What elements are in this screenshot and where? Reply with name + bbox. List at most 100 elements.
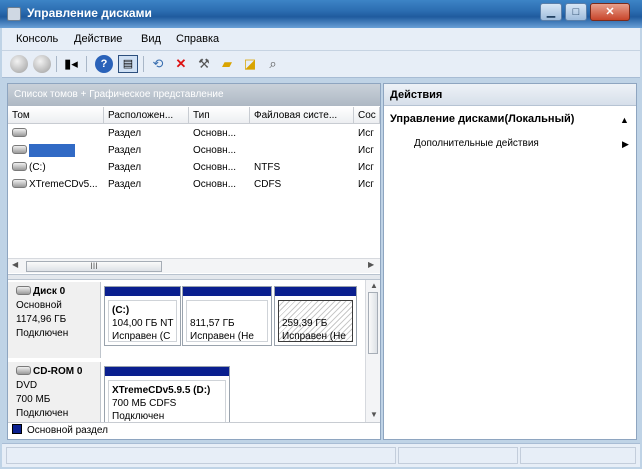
folder-icon[interactable]: ▰ bbox=[218, 55, 236, 73]
cd-drive-icon bbox=[12, 179, 27, 188]
status-cell bbox=[398, 447, 518, 464]
cd-drive-icon bbox=[16, 366, 31, 375]
table-row[interactable]: Раздел Основн... Исг bbox=[8, 142, 380, 159]
status-cell: Исг bbox=[358, 128, 374, 139]
column-type[interactable]: Тип bbox=[189, 107, 250, 124]
search-icon[interactable]: ⌕ bbox=[264, 55, 282, 73]
export-icon[interactable]: ◪ bbox=[241, 55, 259, 73]
disk-size: 700 МБ bbox=[16, 394, 51, 405]
disk-management-app-icon bbox=[7, 7, 21, 21]
volume-cell bbox=[8, 125, 104, 142]
partition-label bbox=[190, 304, 267, 317]
volume-cell bbox=[8, 142, 104, 159]
partition-label bbox=[282, 304, 352, 317]
more-actions-item[interactable]: Дополнительные действия bbox=[414, 138, 539, 149]
forward-icon[interactable] bbox=[33, 55, 51, 73]
window-title: Управление дисками bbox=[27, 6, 152, 20]
fs-cell bbox=[250, 142, 354, 159]
disk-row[interactable]: CD-ROM 0 DVD 700 МБ Подключен XTremeCDv5… bbox=[8, 362, 363, 422]
menu-console[interactable]: Консоль bbox=[16, 33, 58, 45]
disk-row[interactable]: Диск 0 Основной 1174,96 ГБ Подключен (C:… bbox=[8, 282, 363, 360]
disk-state: Подключен bbox=[16, 328, 69, 339]
partition-status: Подключен bbox=[112, 411, 165, 422]
menu-view[interactable]: Вид bbox=[141, 33, 161, 45]
settings-icon[interactable]: ⚒ bbox=[195, 55, 213, 73]
menu-help[interactable]: Справка bbox=[176, 33, 219, 45]
disk-info[interactable]: CD-ROM 0 DVD 700 МБ Подключен bbox=[8, 362, 101, 422]
table-row[interactable]: (C:) Раздел Основн... NTFS Исг bbox=[8, 159, 380, 176]
help-icon[interactable]: ? bbox=[95, 55, 113, 73]
status-cell: Исг bbox=[358, 179, 374, 190]
back-icon[interactable] bbox=[10, 55, 28, 73]
refresh-icon[interactable]: ⟲ bbox=[149, 55, 167, 73]
column-status[interactable]: Сос bbox=[354, 107, 380, 124]
scroll-down-icon[interactable]: ▼ bbox=[370, 410, 378, 419]
drive-icon bbox=[12, 162, 27, 171]
menu-bar: Консоль Действие Вид Справка bbox=[2, 28, 640, 51]
location-cell: Раздел bbox=[108, 145, 142, 156]
partition-status: Исправен (Не bbox=[282, 331, 346, 342]
volume-cell: XTremeCDv5... bbox=[8, 176, 104, 193]
actions-panel: Действия Управление дисками(Локальный) ▲… bbox=[383, 83, 637, 440]
partition-bar bbox=[275, 287, 356, 296]
fs-cell bbox=[250, 125, 354, 142]
minimize-button[interactable]: ▁ bbox=[540, 3, 562, 21]
status-cell: Исг bbox=[358, 145, 374, 156]
actions-header: Действия bbox=[384, 84, 636, 106]
partition-size: 104,00 ГБ NT bbox=[112, 318, 174, 329]
partition-size: 811,57 ГБ bbox=[190, 318, 235, 329]
graphical-view: Диск 0 Основной 1174,96 ГБ Подключен (C:… bbox=[8, 280, 380, 422]
scroll-up-icon[interactable]: ▲ bbox=[370, 281, 378, 290]
partition-size: 259,39 ГБ bbox=[282, 318, 328, 329]
partition-2[interactable]: 811,57 ГБ Исправен (Не bbox=[182, 286, 272, 346]
view-header: Список томов + Графическое представление bbox=[8, 84, 380, 106]
properties-icon[interactable]: ▤ bbox=[118, 55, 138, 73]
scroll-thumb[interactable] bbox=[368, 292, 378, 354]
close-button[interactable]: ✕ bbox=[590, 3, 630, 21]
collapse-arrow-icon[interactable]: ▲ bbox=[620, 115, 629, 125]
scroll-right-icon[interactable]: ▶ bbox=[368, 260, 374, 269]
type-cell: Основн... bbox=[193, 128, 237, 139]
menu-action[interactable]: Действие bbox=[74, 33, 122, 45]
disk-name: CD-ROM 0 bbox=[16, 365, 100, 379]
column-filesystem[interactable]: Файловая систе... bbox=[250, 107, 354, 124]
column-location[interactable]: Расположен... bbox=[104, 107, 189, 124]
disk-info[interactable]: Диск 0 Основной 1174,96 ГБ Подключен bbox=[8, 282, 101, 358]
partition-details: 259,39 ГБ Исправен (Не bbox=[278, 300, 353, 342]
table-row[interactable]: Раздел Основн... Исг bbox=[8, 125, 380, 142]
maximize-button[interactable]: □ bbox=[565, 3, 587, 21]
partition-bar bbox=[105, 287, 180, 296]
partition-label: XTremeCDv5.9.5 (D:) bbox=[112, 385, 211, 396]
partition-size: 700 МБ CDFS bbox=[112, 398, 177, 409]
table-row[interactable]: XTremeCDv5... Раздел Основн... CDFS Исг bbox=[8, 176, 380, 193]
location-cell: Раздел bbox=[108, 128, 142, 139]
volumes-panel: Список томов + Графическое представление… bbox=[7, 83, 381, 440]
partition-d[interactable]: XTremeCDv5.9.5 (D:) 700 МБ CDFS Подключе… bbox=[104, 366, 230, 422]
show-hide-tree-icon[interactable]: ▮◂ bbox=[62, 55, 80, 73]
partition-bar bbox=[183, 287, 271, 296]
toolbar: ▮◂ ? ▤ ⟲ ✕ ⚒ ▰ ◪ ⌕ bbox=[2, 51, 640, 78]
column-volume[interactable]: Том bbox=[8, 107, 104, 124]
partition-3[interactable]: 259,39 ГБ Исправен (Не bbox=[274, 286, 357, 346]
submenu-arrow-icon[interactable]: ▶ bbox=[622, 139, 629, 150]
title-bar[interactable]: Управление дисками ▁ □ ✕ bbox=[0, 0, 642, 28]
disk-size: 1174,96 ГБ bbox=[16, 314, 67, 325]
partition-label: (C:) bbox=[112, 305, 130, 316]
legend-label: Основной раздел bbox=[27, 425, 108, 436]
partition-details: 811,57 ГБ Исправен (Не bbox=[186, 300, 268, 342]
toolbar-separator bbox=[56, 56, 57, 72]
partition-details: (C:) 104,00 ГБ NT Исправен (С bbox=[108, 300, 177, 342]
scroll-thumb[interactable]: III bbox=[26, 261, 162, 272]
actions-section-title[interactable]: Управление дисками(Локальный) bbox=[390, 113, 574, 125]
hard-disk-icon bbox=[16, 286, 31, 295]
fs-cell: NTFS bbox=[254, 162, 281, 173]
partition-c[interactable]: (C:) 104,00 ГБ NT Исправен (С bbox=[104, 286, 181, 346]
type-cell: Основн... bbox=[193, 179, 237, 190]
partition-bar bbox=[105, 367, 229, 376]
delete-icon[interactable]: ✕ bbox=[172, 55, 190, 73]
selected-volume-highlight bbox=[29, 143, 75, 157]
horizontal-scrollbar[interactable]: ◀ III ▶ bbox=[8, 258, 380, 273]
scroll-left-icon[interactable]: ◀ bbox=[12, 260, 18, 269]
vertical-scrollbar[interactable]: ▲ ▼ bbox=[365, 280, 380, 422]
partition-status: Исправен (Не bbox=[190, 331, 254, 342]
